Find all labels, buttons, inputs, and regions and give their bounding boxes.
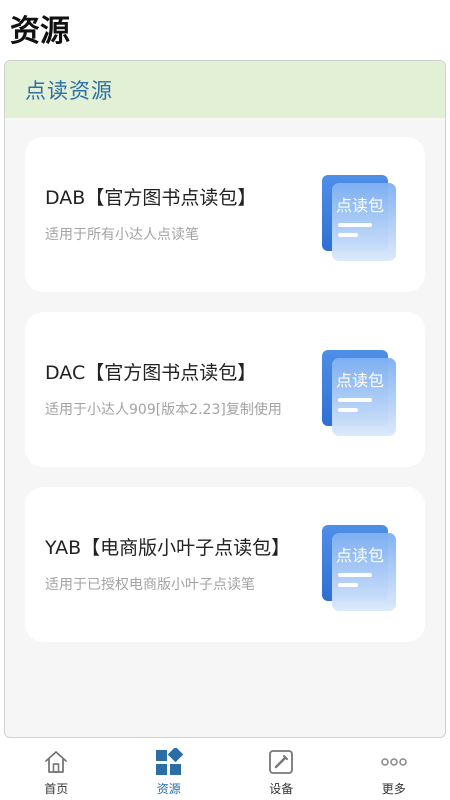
resources-panel: 点读资源 DAB【官方图书点读包】 适用于所有小达人点读笔 点读包 DAC【官方… — [4, 60, 446, 738]
resource-card-dab[interactable]: DAB【官方图书点读包】 适用于所有小达人点读笔 点读包 — [25, 137, 425, 292]
icon-text: 点读包 — [336, 371, 384, 390]
resource-card-dac[interactable]: DAC【官方图书点读包】 适用于小达人909[版本2.23]复制使用 点读包 — [25, 312, 425, 467]
card-title: DAB【官方图书点读包】 — [45, 187, 257, 209]
nav-label: 更多 — [381, 782, 406, 796]
nav-label: 首页 — [44, 782, 69, 796]
nav-label: 资源 — [156, 782, 181, 796]
more-icon — [380, 748, 408, 776]
reading-pack-icon: 点读包 — [322, 175, 396, 261]
card-subtitle: 适用于小达人909[版本2.23]复制使用 — [45, 402, 282, 418]
panel-header: 点读资源 — [5, 61, 445, 118]
icon-text: 点读包 — [336, 546, 384, 565]
icon-text: 点读包 — [336, 196, 384, 215]
card-title: DAC【官方图书点读包】 — [45, 362, 257, 384]
card-subtitle: 适用于所有小达人点读笔 — [45, 227, 199, 243]
nav-item-home[interactable]: 首页 — [0, 740, 113, 800]
resource-card-yab[interactable]: YAB【电商版小叶子点读包】 适用于已授权电商版小叶子点读笔 点读包 — [25, 487, 425, 642]
bottom-nav: 首页 资源 设备 更多 — [0, 740, 450, 800]
panel-header-title: 点读资源 — [25, 78, 113, 103]
card-title: YAB【电商版小叶子点读包】 — [45, 537, 291, 559]
home-icon — [42, 748, 70, 776]
card-subtitle: 适用于已授权电商版小叶子点读笔 — [45, 577, 255, 593]
nav-label: 设备 — [269, 782, 294, 796]
nav-item-device[interactable]: 设备 — [225, 740, 338, 800]
nav-item-resources[interactable]: 资源 — [113, 740, 226, 800]
reading-pack-icon: 点读包 — [322, 525, 396, 611]
resources-icon — [155, 748, 183, 776]
device-icon — [267, 748, 295, 776]
page-title: 资源 — [10, 14, 70, 49]
reading-pack-icon: 点读包 — [322, 350, 396, 436]
nav-item-more[interactable]: 更多 — [338, 740, 450, 800]
